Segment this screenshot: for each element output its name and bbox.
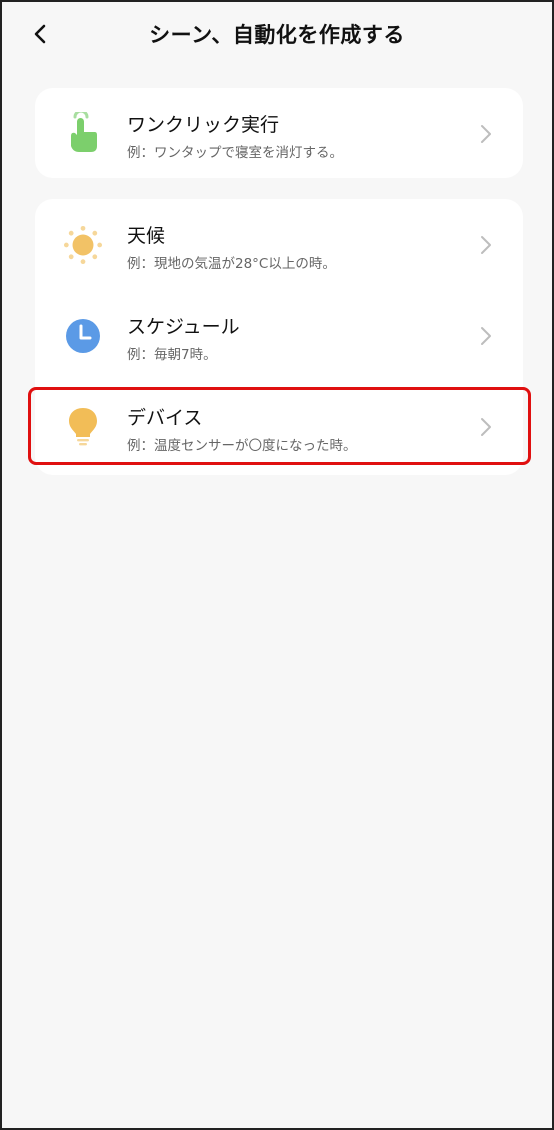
list-item-weather[interactable]: 天候 例：現地の気温が28°C以上の時。: [35, 199, 523, 290]
tap-hand-icon: [63, 111, 103, 154]
clock-icon: [63, 316, 103, 356]
chevron-right-icon: [481, 124, 491, 143]
item-title: ワンクリック実行: [127, 114, 280, 136]
chevron-right-icon: [481, 326, 491, 345]
sun-icon: [63, 225, 103, 265]
list-item-schedule[interactable]: スケジュール 例：毎朝7時。: [35, 290, 523, 381]
item-description: 例：ワンタップで寝室を消灯する。: [127, 145, 343, 161]
page-title: シーン、自動化を作成する: [149, 23, 405, 47]
conditions-card: 天候 例：現地の気温が28°C以上の時。 スケジュール 例：毎朝7時。 デバイス: [35, 199, 523, 475]
list-item-one-click[interactable]: ワンクリック実行 例：ワンタップで寝室を消灯する。: [35, 88, 523, 179]
bulb-icon: [63, 407, 103, 447]
chevron-right-icon: [481, 235, 491, 254]
item-description: 例：温度センサーが〇度になった時。: [127, 438, 357, 454]
header: シーン、自動化を作成する: [2, 2, 552, 68]
chevron-right-icon: [481, 417, 491, 436]
list-item-device[interactable]: デバイス 例：温度センサーが〇度になった時。: [35, 381, 523, 472]
item-title: 天候: [127, 225, 166, 247]
one-click-card: ワンクリック実行 例：ワンタップで寝室を消灯する。: [35, 88, 523, 178]
item-title: デバイス: [127, 407, 203, 429]
item-description: 例：毎朝7時。: [127, 347, 217, 363]
item-title: スケジュール: [127, 316, 240, 338]
item-description: 例：現地の気温が28°C以上の時。: [127, 256, 336, 272]
